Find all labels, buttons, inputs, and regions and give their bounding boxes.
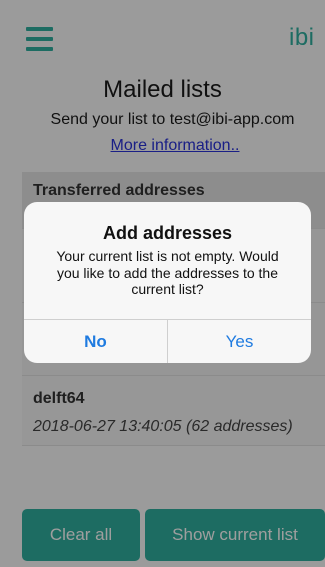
no-button[interactable]: No xyxy=(24,320,168,363)
dialog-message: Your current list is not empty. Would yo… xyxy=(56,248,279,297)
yes-button[interactable]: Yes xyxy=(168,320,311,363)
dialog-actions: No Yes xyxy=(24,319,311,363)
dialog-title: Add addresses xyxy=(102,223,233,243)
add-addresses-dialog: Add addresses Your current list is not e… xyxy=(24,202,311,363)
